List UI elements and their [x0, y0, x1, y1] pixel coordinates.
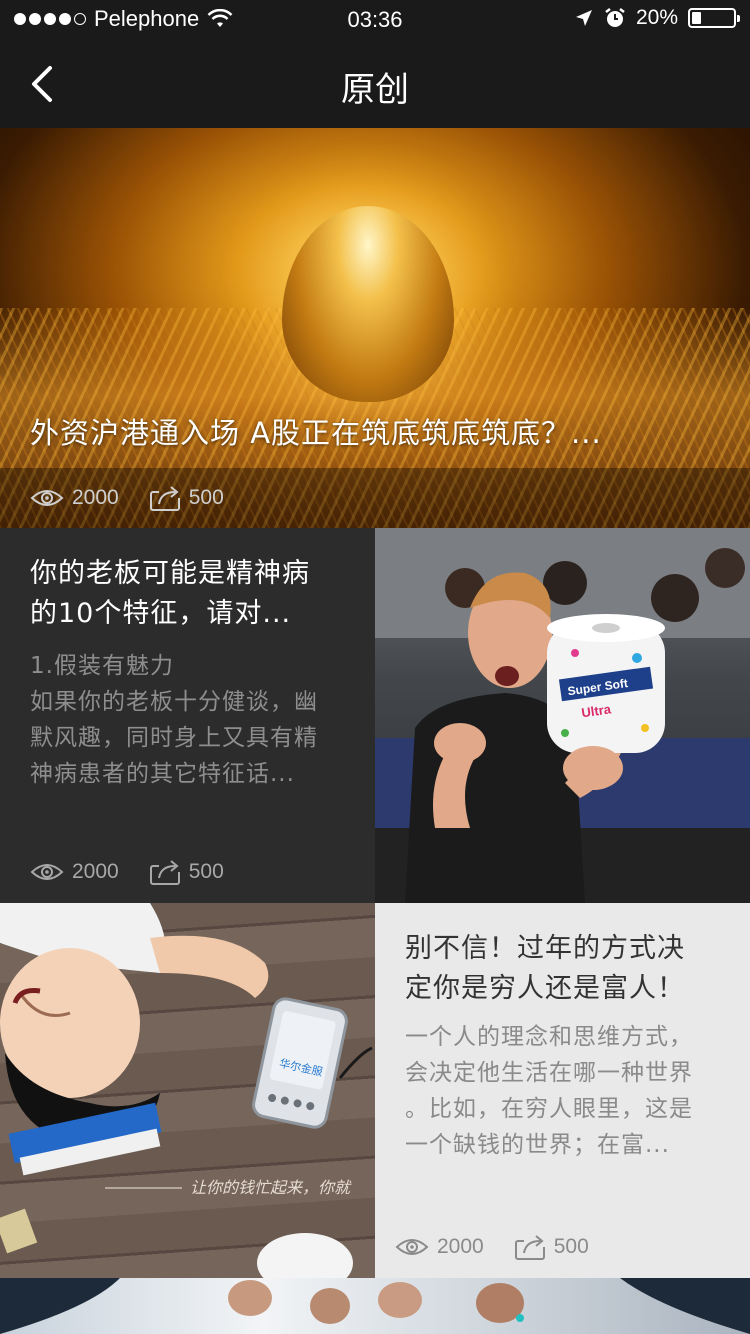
article-image-man-with-paper-towels: Super Soft Ultra [375, 528, 750, 903]
article-excerpt: 一个人的理念和思维方式， 会决定他生活在哪一种世界 。比如，在穷人眼里，这是 一… [405, 1019, 693, 1163]
alarm-clock-icon [605, 8, 625, 27]
article-excerpt-line: 会决定他生活在哪一种世界 [405, 1060, 693, 1086]
status-right: 20% [574, 6, 740, 30]
share-icon[interactable] [514, 1233, 546, 1261]
article-image-hands [0, 1278, 750, 1334]
article-excerpt-line: 默风趣，同时身上又具有精 [30, 725, 318, 751]
eye-icon [30, 864, 64, 880]
page-title: 原创 [341, 70, 409, 110]
view-count: 2000 [72, 860, 119, 883]
article-image-man-lying-with-phone: 华尔金服 让你的钱忙起来，你就 [0, 903, 373, 1278]
meta-row: 2000 500 [30, 484, 224, 512]
nav-bar: 原创 [0, 40, 750, 128]
article-meta: 2000 500 [395, 1233, 589, 1261]
view-count: 2000 [72, 486, 119, 509]
share-icon[interactable] [149, 858, 181, 886]
article-title-line: 别不信！过年的方式决 [405, 933, 685, 964]
location-arrow-icon [575, 10, 592, 26]
article-title-line: 你的老板可能是精神病 [30, 558, 310, 589]
article-excerpt-line: 一个人的理念和思维方式， [405, 1024, 693, 1050]
image-caption: 让你的钱忙起来，你就 [190, 1178, 352, 1197]
article-title-line: 定你是穷人还是富人！ [405, 973, 685, 1004]
article-meta: 2000 500 [30, 858, 224, 886]
article-card[interactable]: 别不信！过年的方式决 定你是穷人还是富人！ 一个人的理念和思维方式， 会决定他生… [375, 903, 750, 1278]
article-card[interactable]: 你的老板可能是精神病 的10个特征，请对... 1.假装有魅力 如果你的老板十分… [0, 528, 375, 903]
article-title: 别不信！过年的方式决 定你是穷人还是富人！ [405, 929, 685, 1009]
article-excerpt-line: 神病患者的其它特征话... [30, 761, 295, 787]
hero-image-golden-egg [282, 206, 454, 402]
share-icon[interactable] [149, 484, 181, 512]
eye-icon [30, 490, 64, 506]
article-meta: 2000 500 [0, 468, 750, 528]
article-card-hero[interactable]: 外资沪港通入场 A股正在筑底筑底筑底？... 2000 500 [0, 128, 750, 528]
status-bar: Pelephone 03:36 20% [0, 0, 750, 40]
article-card-partial[interactable] [0, 1278, 750, 1334]
article-title: 你的老板可能是精神病 的10个特征，请对... [30, 554, 310, 634]
article-image[interactable]: 华尔金服 让你的钱忙起来，你就 [0, 903, 375, 1278]
article-excerpt-line: 。比如，在穷人眼里，这是 [405, 1096, 693, 1122]
share-count: 500 [188, 860, 224, 883]
eye-icon [395, 1239, 429, 1255]
article-excerpt-line: 如果你的老板十分健谈，幽 [30, 689, 318, 715]
article-excerpt: 1.假装有魅力 如果你的老板十分健谈，幽 默风趣，同时身上又具有精 神病患者的其… [30, 648, 318, 792]
share-count: 500 [188, 486, 224, 509]
battery-percent: 20% [635, 6, 678, 29]
article-title-line: 的10个特征，请对... [30, 598, 292, 629]
view-count: 2000 [437, 1235, 484, 1258]
battery-icon [688, 8, 740, 28]
article-excerpt-line: 1.假装有魅力 [30, 653, 174, 679]
share-count: 500 [553, 1235, 589, 1258]
article-image[interactable]: Super Soft Ultra [375, 528, 750, 903]
article-excerpt-line: 一个缺钱的世界；在富... [405, 1132, 670, 1158]
article-title: 外资沪港通入场 A股正在筑底筑底筑底？... [30, 416, 602, 450]
